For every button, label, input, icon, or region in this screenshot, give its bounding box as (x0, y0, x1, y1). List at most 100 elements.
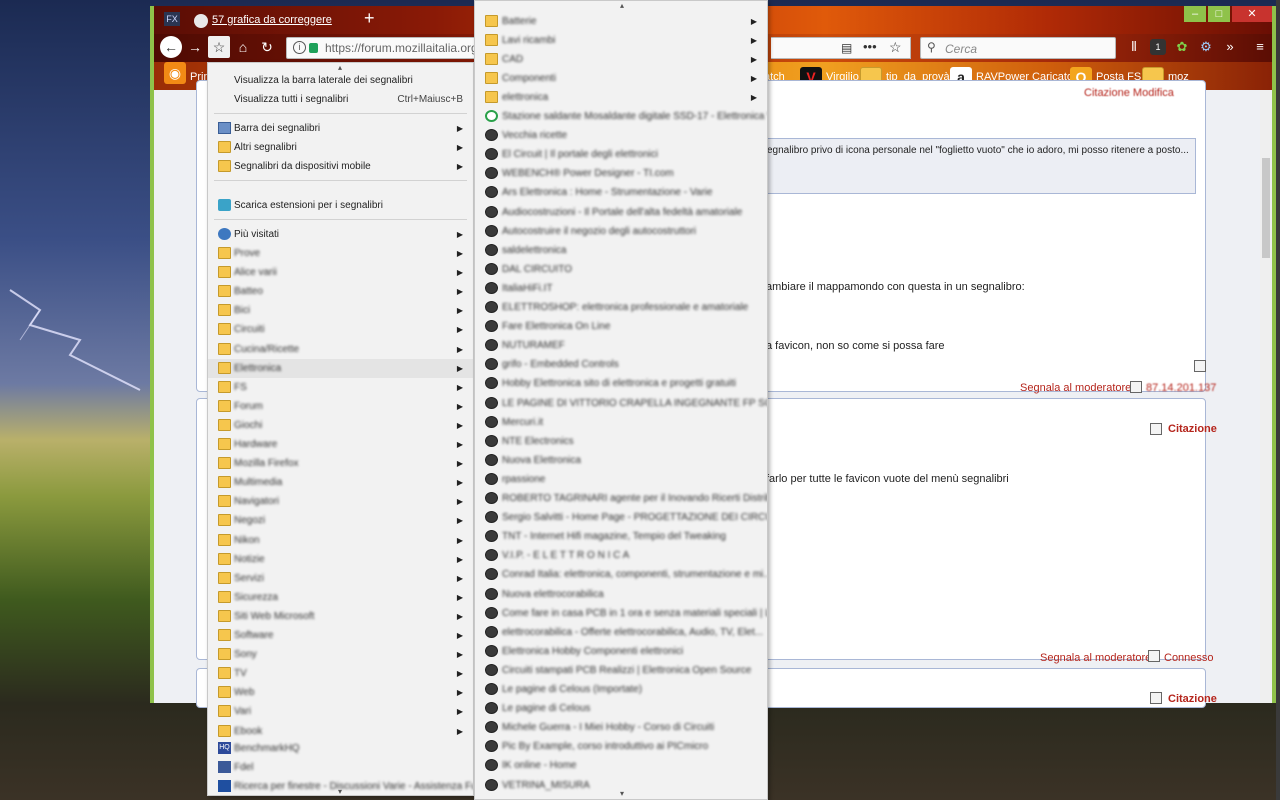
menu-folder-item[interactable]: Cucina/Ricette ▶ (208, 340, 473, 359)
tab-active[interactable]: 57 grafica da correggere (190, 8, 360, 34)
menu-folder-item[interactable]: Forum ▶ (208, 397, 473, 416)
menu-scroll-down-icon[interactable]: ▾ (338, 787, 342, 796)
page-actions-icon[interactable]: ••• (863, 39, 877, 54)
menu-folder-item[interactable]: Prove ▶ (208, 244, 473, 263)
menu-folder-item[interactable]: Sicurezza ▶ (208, 588, 473, 607)
home-button[interactable]: ⌂ (232, 36, 254, 58)
submenu-bookmark-item[interactable]: ItaliaHiFi.IT (475, 279, 767, 298)
extension-icon[interactable]: 1 (1150, 39, 1166, 55)
back-button[interactable]: ← (160, 36, 182, 58)
bookmarks-menu-button[interactable]: ☆ (208, 36, 230, 58)
submenu-bookmark-item[interactable]: LE PAGINE DI VITTORIO CRAPELLA INGEGNANT… (475, 394, 767, 413)
menu-folder-item[interactable]: Alice varii ▶ (208, 263, 473, 282)
submenu-bookmark-item[interactable]: IK online - Home (475, 756, 767, 775)
menu-folder-item[interactable]: Giochi ▶ (208, 416, 473, 435)
menu-folder-item[interactable]: Software ▶ (208, 626, 473, 645)
menu-folder-item[interactable]: Mozilla Firefox ▶ (208, 454, 473, 473)
reload-button[interactable]: ↻ (256, 36, 278, 58)
menu-folder-item[interactable]: Nikon ▶ (208, 531, 473, 550)
reader-view-icon[interactable]: ▤ (841, 41, 852, 55)
url-bar[interactable]: i https://forum.mozillaitalia.org/ind (286, 37, 476, 59)
submenu-bookmark-item[interactable]: Pic By Example, corso introduttivo ai PI… (475, 737, 767, 756)
menu-scroll-down-icon[interactable]: ▾ (620, 789, 624, 798)
menu-folder-item[interactable]: Siti Web Microsoft ▶ (208, 607, 473, 626)
submenu-bookmark-item[interactable]: Le pagine di Celous (475, 699, 767, 718)
submenu-bookmark-item[interactable]: rpassione (475, 470, 767, 489)
page-scrollbar-thumb[interactable] (1262, 158, 1270, 258)
submenu-folder-item[interactable]: CAD ▶ (475, 50, 767, 69)
minimize-button[interactable]: – (1184, 6, 1206, 22)
report-moderator-link[interactable]: Segnala al moderatore (1020, 382, 1131, 394)
citazione-link[interactable]: Citazione (1168, 693, 1217, 705)
submenu-bookmark-item[interactable]: WEBENCH® Power Designer - TI.com (475, 164, 767, 183)
menu-item-most-visited[interactable]: Più visitati ▶ (208, 225, 473, 244)
menu-folder-item[interactable]: Vari ▶ (208, 702, 473, 721)
overflow-chevron-icon[interactable]: » (1222, 39, 1238, 55)
library-icon[interactable]: ⫴ (1126, 39, 1142, 55)
report-moderator-link[interactable]: Segnala al moderatore (1040, 652, 1151, 664)
submenu-bookmark-item[interactable]: Nuova Elettronica (475, 451, 767, 470)
submenu-bookmark-item[interactable]: Conrad Italia: elettronica, componenti, … (475, 565, 767, 584)
submenu-folder-item[interactable]: Batterie ▶ (475, 12, 767, 31)
menu-item-mobile-bookmarks[interactable]: Segnalibri da dispositivi mobile ▶ (208, 157, 473, 176)
citazione-link[interactable]: Citazione (1168, 423, 1217, 435)
quote-icon[interactable] (1150, 692, 1162, 704)
search-bar[interactable]: ⚲ Cerca (920, 37, 1116, 59)
submenu-bookmark-item[interactable]: Stazione saldante Mosaldante digitale SS… (475, 107, 767, 126)
menu-folder-item[interactable]: Hardware ▶ (208, 435, 473, 454)
menu-item-bookmark[interactable]: Fdel (208, 758, 473, 777)
hamburger-menu-icon[interactable]: ≡ (1252, 39, 1268, 55)
submenu-bookmark-item[interactable]: NTE Electronics (475, 432, 767, 451)
submenu-folder-item[interactable]: elettronica ▶ (475, 88, 767, 107)
submenu-bookmark-item[interactable]: Circuiti stampati PCB Realizzi | Elettro… (475, 661, 767, 680)
quote-icon[interactable] (1150, 423, 1162, 435)
submenu-bookmark-item[interactable]: Come fare in casa PCB in 1 ora e senza m… (475, 604, 767, 623)
menu-item-bookmark[interactable]: HQ BenchmarkHQ (208, 739, 473, 758)
menu-item-get-extensions[interactable]: Scarica estensioni per i segnalibri (208, 196, 473, 215)
forward-button[interactable]: → (184, 36, 206, 58)
info-icon[interactable]: i (293, 41, 306, 54)
submenu-bookmark-item[interactable]: Fare Elettronica On Line (475, 317, 767, 336)
submenu-bookmark-item[interactable]: Le pagine di Celous (Importate) (475, 680, 767, 699)
submenu-bookmark-item[interactable]: DAL CIRCUITO (475, 260, 767, 279)
submenu-bookmark-item[interactable]: V.I.P. - E L E T T R O N I C A (475, 546, 767, 565)
rss-icon[interactable]: ◉ (164, 62, 186, 84)
submenu-bookmark-item[interactable]: El Circuit | Il portale degli elettronic… (475, 145, 767, 164)
submenu-bookmark-item[interactable]: Mercuri.it (475, 413, 767, 432)
submenu-bookmark-item[interactable]: NUTURAMEF (475, 336, 767, 355)
firefox-icon[interactable]: FX (164, 12, 180, 26)
menu-folder-item[interactable]: Circuiti ▶ (208, 320, 473, 339)
menu-folder-item[interactable]: Multimedia ▶ (208, 473, 473, 492)
submenu-bookmark-item[interactable]: Ars Elettronica : Home - Strumentazione … (475, 183, 767, 202)
post-actions-partial[interactable]: Citazione Modifica (1084, 87, 1174, 99)
menu-item-show-all[interactable]: Visualizza tutti i segnalibri Ctrl+Maiusc… (208, 90, 473, 109)
menu-folder-item[interactable]: Web ▶ (208, 683, 473, 702)
menu-folder-item[interactable]: Elettronica ▶ (208, 358, 473, 378)
sync-extension-icon[interactable]: ⚙ (1198, 39, 1214, 55)
submenu-bookmark-item[interactable]: ELETTROSHOP: elettronica professionale e… (475, 298, 767, 317)
submenu-bookmark-item[interactable]: Michele Guerra - I Miei Hobby - Corso di… (475, 718, 767, 737)
menu-item-other-bookmarks[interactable]: Altri segnalibri ▶ (208, 138, 473, 157)
menu-folder-item[interactable]: Navigatori ▶ (208, 492, 473, 511)
menu-folder-item[interactable]: Notizie ▶ (208, 550, 473, 569)
submenu-folder-item[interactable]: Lavi ricambi ▶ (475, 31, 767, 50)
submenu-bookmark-item[interactable]: grifo - Embedded Controls (475, 355, 767, 374)
submenu-bookmark-item[interactable]: saldelettronica (475, 241, 767, 260)
submenu-bookmark-item[interactable]: elettrocorabilica - Offerte elettrocorab… (475, 623, 767, 642)
submenu-bookmark-item[interactable]: TNT - Internet Hifi magazine, Tempio del… (475, 527, 767, 546)
menu-folder-item[interactable]: Servizi ▶ (208, 569, 473, 588)
menu-folder-item[interactable]: FS ▶ (208, 378, 473, 397)
menu-folder-item[interactable]: Batteo ▶ (208, 282, 473, 301)
menu-item-sidebar[interactable]: Visualizza la barra laterale dei segnali… (208, 71, 473, 90)
submenu-bookmark-item[interactable]: Autocostruire il negozio degli autocostr… (475, 222, 767, 241)
leaf-extension-icon[interactable]: ✿ (1174, 39, 1190, 55)
submenu-folder-item[interactable]: Componenti ▶ (475, 69, 767, 88)
menu-item-bookmarks-toolbar[interactable]: Barra dei segnalibri ▶ (208, 119, 473, 138)
submenu-bookmark-item[interactable]: Sergio Salvitti - Home Page - PROGETTAZI… (475, 508, 767, 527)
bookmark-star-icon[interactable]: ☆ (889, 39, 902, 56)
maximize-button[interactable]: □ (1208, 6, 1230, 22)
menu-folder-item[interactable]: Ebook ▶ (208, 722, 473, 741)
submenu-bookmark-item[interactable]: Audiocostruzioni - Il Portale dell'alta … (475, 203, 767, 222)
submenu-bookmark-item[interactable]: ROBERTO TAGRINARI agente per il Inovando… (475, 489, 767, 508)
menu-scroll-up-icon[interactable]: ▴ (620, 1, 624, 10)
